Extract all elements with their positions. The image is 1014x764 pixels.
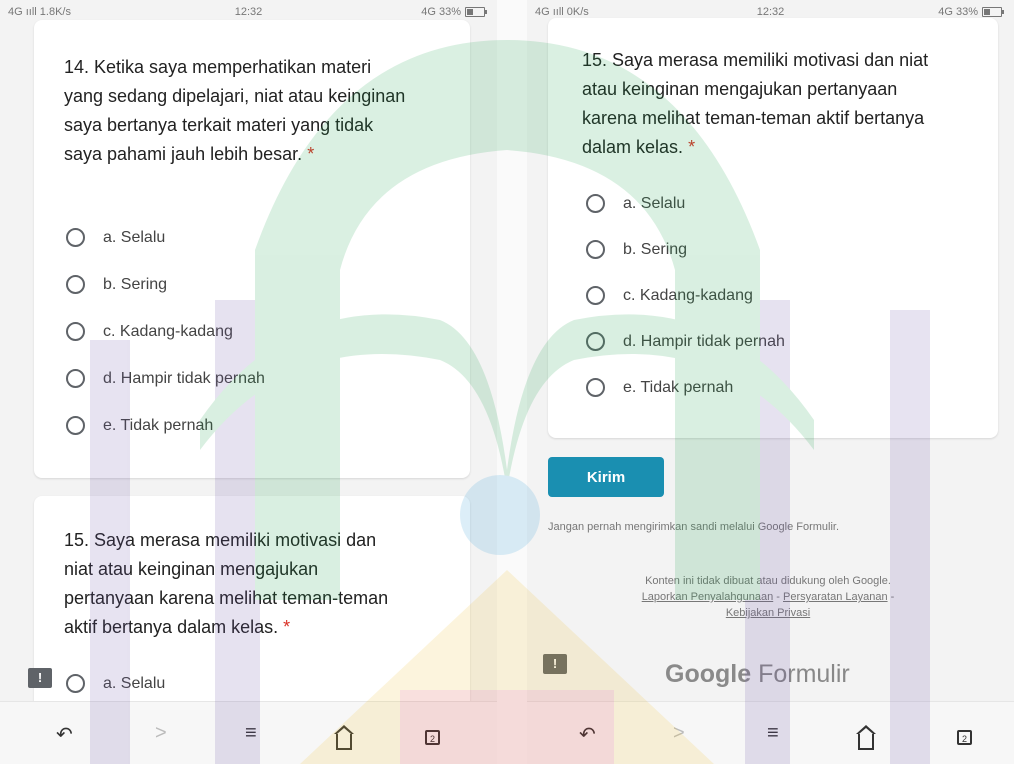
radio-button[interactable] — [66, 416, 85, 435]
battery-status: 4G 33% — [421, 6, 487, 18]
option-label: c. Kadang-kadang — [103, 322, 233, 340]
radio-button[interactable] — [66, 228, 85, 247]
radio-button[interactable] — [66, 369, 85, 388]
battery-text: 4G 33% — [938, 6, 978, 18]
option-tidak-pernah[interactable]: e. Tidak pernah — [586, 378, 733, 397]
terms-link[interactable]: Persyaratan Layanan — [783, 591, 888, 603]
question-title: 14. Ketika saya memperhatikan materi yan… — [64, 53, 414, 169]
question-card-15: 15. Saya merasa memiliki motivasi dan ni… — [548, 18, 998, 438]
screenshot-divider — [497, 0, 527, 764]
footer-disclaimer: Konten ini tidak dibuat atau didukung ol… — [548, 573, 988, 621]
radio-button[interactable] — [586, 286, 605, 305]
option-kadang-kadang[interactable]: c. Kadang-kadang — [66, 322, 233, 341]
navigation-bar: ↶ > ≡ 2 — [0, 701, 497, 764]
option-selalu[interactable]: a. Selalu — [586, 194, 685, 213]
option-label: a. Selalu — [623, 194, 686, 212]
option-label: e. Tidak pernah — [623, 378, 734, 396]
radio-button[interactable] — [66, 275, 85, 294]
radio-button[interactable] — [66, 322, 85, 341]
battery-status: 4G 33% — [938, 6, 1004, 18]
option-label: c. Kadang-kadang — [623, 286, 753, 304]
option-selalu[interactable]: a. Selalu — [66, 228, 165, 247]
option-hampir-tidak-pernah[interactable]: d. Hampir tidak pernah — [586, 332, 785, 351]
option-label: d. Hampir tidak pernah — [103, 369, 265, 387]
question-text: 15. Saya merasa memiliki motivasi dan ni… — [582, 50, 929, 157]
report-abuse-link[interactable]: Laporkan Penyalahgunaan — [642, 591, 774, 603]
option-label: b. Sering — [103, 275, 168, 293]
option-hampir-tidak-pernah[interactable]: d. Hampir tidak pernah — [66, 369, 265, 388]
battery-icon — [982, 7, 1004, 17]
google-forms-logo: Google Formulir — [665, 660, 850, 689]
back-icon[interactable]: ↶ — [56, 722, 73, 747]
required-asterisk: * — [307, 144, 315, 164]
question-text: 15. Saya merasa memiliki motivasi dan ni… — [64, 530, 389, 637]
option-sering[interactable]: b. Sering — [66, 275, 167, 294]
question-card-14: 14. Ketika saya memperhatikan materi yan… — [34, 20, 470, 478]
option-tidak-pernah[interactable]: e. Tidak pernah — [66, 416, 213, 435]
brand-formulir: Formulir — [758, 660, 850, 688]
navigation-bar: ↶ > ≡ 2 — [527, 701, 1014, 764]
question-title: 15. Saya merasa memiliki motivasi dan ni… — [64, 526, 409, 642]
back-icon[interactable]: ↶ — [579, 722, 596, 747]
tabs-icon[interactable]: 2 — [957, 725, 972, 748]
forward-icon[interactable]: > — [673, 722, 685, 745]
radio-button[interactable] — [66, 674, 85, 693]
disclaimer-text: Konten ini tidak dibuat atau didukung ol… — [645, 575, 891, 587]
radio-button[interactable] — [586, 378, 605, 397]
radio-button[interactable] — [586, 332, 605, 351]
battery-text: 4G 33% — [421, 6, 461, 18]
home-icon[interactable] — [334, 725, 354, 756]
radio-button[interactable] — [586, 240, 605, 259]
option-label: b. Sering — [623, 240, 688, 258]
privacy-link[interactable]: Kebijakan Privasi — [726, 607, 810, 619]
option-sering[interactable]: b. Sering — [586, 240, 687, 259]
tabs-icon[interactable]: 2 — [425, 725, 440, 748]
forward-icon[interactable]: > — [155, 722, 167, 745]
home-icon[interactable] — [856, 725, 876, 756]
brand-google: Google — [665, 660, 752, 688]
required-asterisk: * — [283, 617, 291, 637]
password-warning: Jangan pernah mengirimkan sandi melalui … — [548, 521, 840, 533]
footer-links: Laporkan Penyalahgunaan - Persyaratan La… — [548, 589, 988, 605]
required-asterisk: * — [688, 137, 696, 157]
option-selalu[interactable]: a. Selalu — [66, 674, 165, 693]
right-phone-screen: 4G ııll 0K/s 12:32 4G 33% 15. Saya meras… — [527, 0, 1014, 764]
option-kadang-kadang[interactable]: c. Kadang-kadang — [586, 286, 753, 305]
feedback-icon[interactable]: ! — [543, 654, 567, 674]
submit-button[interactable]: Kirim — [548, 457, 664, 497]
option-label: a. Selalu — [103, 674, 166, 692]
question-title: 15. Saya merasa memiliki motivasi dan ni… — [582, 46, 952, 162]
menu-icon[interactable]: ≡ — [245, 722, 257, 745]
option-label: e. Tidak pernah — [103, 416, 214, 434]
option-label: a. Selalu — [103, 228, 166, 246]
question-card-15: 15. Saya merasa memiliki motivasi dan ni… — [34, 496, 470, 726]
link-separator: - — [890, 591, 895, 603]
radio-button[interactable] — [586, 194, 605, 213]
battery-icon — [465, 7, 487, 17]
feedback-icon[interactable]: ! — [28, 668, 52, 688]
link-separator: - — [776, 591, 780, 603]
left-phone-screen: 4G ııll 1.8K/s 12:32 4G 33% 14. Ketika s… — [0, 0, 497, 764]
menu-icon[interactable]: ≡ — [767, 722, 779, 745]
question-text: 14. Ketika saya memperhatikan materi yan… — [64, 57, 406, 164]
option-label: d. Hampir tidak pernah — [623, 332, 785, 350]
